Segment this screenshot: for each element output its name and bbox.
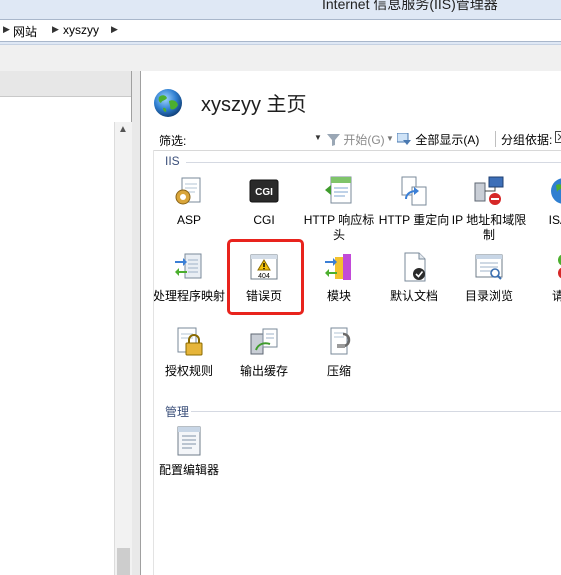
feature-label: 模块 [326,289,351,303]
directory-browsing-icon [475,254,503,280]
content-edge [153,150,154,575]
filter-toolbar: 筛选: ▼ 开始(G) ▼ 全部显示(A) 分组依据: [153,128,561,151]
feature-label: IP 地址和域限制 [451,213,527,242]
group-divider [186,162,561,163]
page-title: xyszyy 主页 [201,94,307,116]
feature-tile-directory-browsing[interactable]: 目录浏览 [451,251,527,304]
group-divider [191,411,561,412]
modules-icon [325,254,351,280]
chevron-right-icon[interactable]: ▶ [111,24,118,35]
feature-label: CGI [253,213,275,227]
show-all-icon [396,132,411,145]
feature-label: 配置编辑器 [158,463,219,477]
feature-tile-ip-restrictions[interactable]: IP 地址和域限制 [451,175,527,243]
http-redirect-icon [401,176,427,206]
feature-tile-compression[interactable]: 压缩 [301,326,377,379]
feature-label: ASP [176,213,201,227]
address-bar: ▶ 网站 ▶ xyszyy ▶ [0,14,561,45]
funnel-icon [327,134,340,146]
filter-input[interactable] [193,130,311,147]
feature-label: 目录浏览 [464,289,513,303]
chevron-right-icon[interactable]: ▶ [3,24,10,35]
feature-tile-isapi[interactable]: ISAPI [526,175,561,228]
feature-tile-modules[interactable]: 模块 [301,251,377,304]
request-filtering-icon [558,254,561,279]
feature-tile-asp[interactable]: ASP [151,175,227,228]
feature-tile-cgi[interactable]: CGI CGI [226,175,302,228]
window-title-bar: Internet 信息服务(IIS)管理器 [0,0,561,14]
feature-label: HTTP 响应标头 [303,213,375,242]
default-document-icon [404,252,426,282]
configuration-editor-icon [177,426,201,456]
go-button[interactable]: 开始(G) [327,131,385,148]
feature-label: 压缩 [326,364,351,378]
feature-tile-handler-mappings[interactable]: 处理程序映射 [151,251,227,304]
group-title-iis: IIS [165,154,180,168]
compression-icon [330,327,351,355]
breadcrumb-item-sites[interactable]: 网站 [13,23,37,40]
go-dropdown-icon[interactable]: ▼ [386,134,394,143]
scroll-thumb[interactable] [117,548,130,575]
group-title-management: 管理 [165,405,190,419]
feature-label: 输出缓存 [239,364,288,378]
highlight-annotation [227,239,304,315]
handler-mappings-icon [175,253,202,279]
feature-label: ISAPI [548,213,561,227]
isapi-icon [551,178,561,204]
connections-scrollbar[interactable]: ▲ [114,122,132,575]
feature-label: 请求 [551,289,561,303]
asp-icon [175,177,201,205]
group-by-select[interactable] [555,131,561,146]
breadcrumb-item-site[interactable]: xyszyy [63,23,99,37]
go-button-label: 开始(G) [343,133,385,147]
group-by-label: 分组依据: [501,133,553,147]
feature-tile-http-response-headers[interactable]: HTTP 响应标头 [301,175,377,243]
menu-strip [0,45,561,72]
svg-text:CGI: CGI [255,187,273,198]
window-title: Internet 信息服务(IIS)管理器 [322,0,498,12]
feature-label: 授权规则 [164,364,213,378]
feature-tile-http-redirect[interactable]: HTTP 重定向 [376,175,452,228]
group-by-icon [555,131,561,143]
connections-pane: ▲ [0,71,132,575]
feature-label: 处理程序映射 [152,289,225,303]
globe-icon [154,89,182,117]
connections-toolbar [0,71,131,97]
feature-tile-request-filtering[interactable]: 请求 [526,251,561,304]
feature-label: 默认文档 [389,289,438,303]
feature-tile-configuration-editor[interactable]: 配置编辑器 [151,425,227,478]
pane-splitter[interactable] [132,71,140,575]
authorization-rules-icon [177,327,203,356]
breadcrumb: ▶ 网站 ▶ xyszyy ▶ [0,19,561,42]
toolbar-separator [495,131,496,147]
features-pane: xyszyy 主页 筛选: ▼ 开始(G) ▼ 全部显示(A) 分组依据: II… [140,71,561,575]
show-all-label: 全部显示(A) [415,133,480,147]
output-caching-icon [250,328,278,355]
feature-label: HTTP 重定向 [378,213,450,227]
scroll-up-icon[interactable]: ▲ [118,124,128,135]
http-response-headers-icon [325,176,352,204]
feature-tile-default-document[interactable]: 默认文档 [376,251,452,304]
feature-tile-output-caching[interactable]: 输出缓存 [226,326,302,379]
feature-tile-authorization-rules[interactable]: 授权规则 [151,326,227,379]
chevron-right-icon[interactable]: ▶ [52,24,59,35]
cgi-icon: CGI [249,179,279,203]
filter-label: 筛选: [159,134,187,148]
show-all-button[interactable]: 全部显示(A) [396,131,480,148]
ip-restrictions-icon [474,176,504,205]
filter-dropdown-icon[interactable]: ▼ [314,133,322,142]
